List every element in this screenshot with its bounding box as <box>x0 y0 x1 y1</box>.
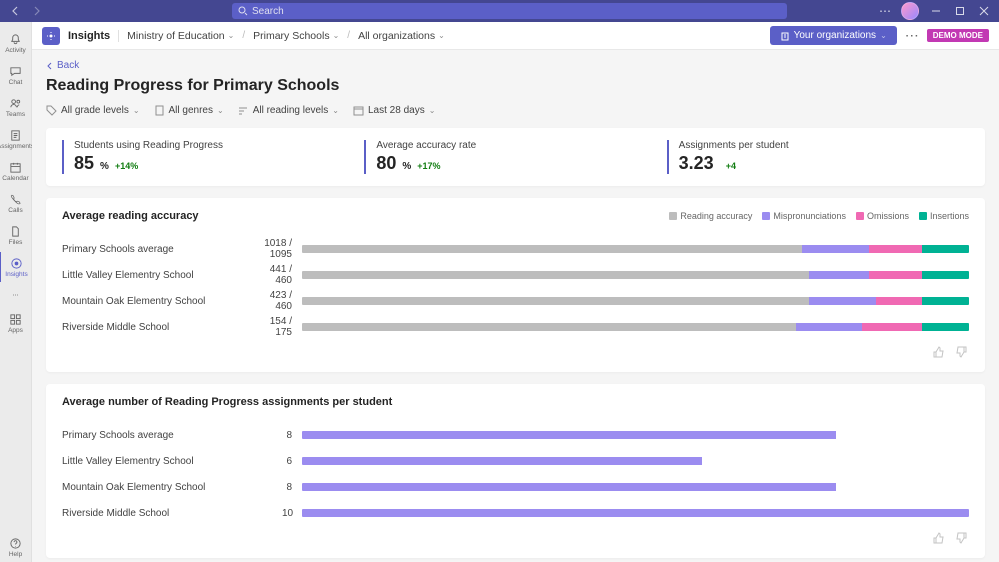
search-input[interactable]: Search <box>232 3 787 19</box>
rail-calls[interactable]: Calls <box>0 188 32 218</box>
back-link[interactable]: Back <box>46 60 985 71</box>
rail-more[interactable]: ⋯ <box>0 284 32 306</box>
crumb-primary[interactable]: Primary Schools⌄ <box>253 30 339 42</box>
search-placeholder: Search <box>252 6 284 17</box>
nav-forward-icon[interactable] <box>28 3 44 19</box>
rail-apps[interactable]: Apps <box>0 308 32 338</box>
assignments-card: Average number of Reading Progress assig… <box>46 384 985 558</box>
rail-calendar[interactable]: Calendar <box>0 156 32 186</box>
header-more-icon[interactable]: ⋯ <box>905 27 919 44</box>
crumb-sep: / <box>347 30 350 41</box>
chart-row: Primary Schools average1018 / 1095 <box>62 236 969 262</box>
chat-icon <box>9 64 23 78</box>
thumbs-up-icon[interactable] <box>933 532 947 546</box>
calendar-icon <box>353 105 364 116</box>
chart-row: Little Valley Elementry School441 / 460 <box>62 262 969 288</box>
chevron-down-icon: ⌄ <box>333 31 340 40</box>
chart-row: Riverside Middle School154 / 175 <box>62 314 969 340</box>
legend-item: Mispronunciations <box>762 211 846 221</box>
titlebar: Search ⋯ <box>0 0 999 22</box>
help-icon <box>9 536 23 550</box>
levels-icon <box>238 105 249 116</box>
crumb-insights[interactable]: Insights <box>68 30 119 42</box>
chart-row: Primary Schools average8 <box>62 422 969 448</box>
chevron-down-icon: ⌄ <box>228 31 235 40</box>
crumb-allorgs[interactable]: All organizations⌄ <box>358 30 445 42</box>
bell-icon <box>9 32 23 46</box>
page-title: Reading Progress for Primary Schools <box>46 77 985 95</box>
teams-icon <box>9 96 23 110</box>
avatar[interactable] <box>901 2 919 20</box>
chart-row: Mountain Oak Elementry School8 <box>62 474 969 500</box>
accuracy-legend: Reading accuracy Mispronunciations Omissio… <box>669 211 969 221</box>
legend-item: Omissions <box>856 211 909 221</box>
stat-assignments: Assignments per student 3.23+4 <box>667 140 969 174</box>
rail-chat[interactable]: Chat <box>0 60 32 90</box>
chevron-down-icon: ⌄ <box>880 31 887 40</box>
chevron-down-icon: ⌄ <box>438 31 445 40</box>
rail-files[interactable]: Files <box>0 220 32 250</box>
filter-bar: All grade levels⌄ All genres⌄ All readin… <box>46 105 985 116</box>
titlebar-more-icon[interactable]: ⋯ <box>879 4 891 18</box>
chevron-down-icon: ⌄ <box>429 106 436 115</box>
filter-grade[interactable]: All grade levels⌄ <box>46 105 140 116</box>
stat-students: Students using Reading Progress 85%+14% <box>62 140 364 174</box>
stat-accuracy: Average accuracy rate 80%+17% <box>364 140 666 174</box>
assignments-icon <box>9 128 23 142</box>
book-icon <box>154 105 165 116</box>
thumbs-down-icon[interactable] <box>955 346 969 360</box>
close-icon[interactable] <box>977 4 991 18</box>
thumbs-up-icon[interactable] <box>933 346 947 360</box>
legend-item: Insertions <box>919 211 969 221</box>
apps-icon <box>9 312 23 326</box>
rail-teams[interactable]: Teams <box>0 92 32 122</box>
chevron-down-icon: ⌄ <box>133 106 140 115</box>
search-icon <box>238 6 248 16</box>
rail-help[interactable]: Help <box>0 532 32 562</box>
app-rail: Activity Chat Teams Assignments Calendar… <box>0 22 32 562</box>
building-icon <box>780 31 790 41</box>
filter-levels[interactable]: All reading levels⌄ <box>238 105 339 116</box>
card-title: Average number of Reading Progress assig… <box>62 396 392 408</box>
rail-insights[interactable]: Insights <box>0 252 31 282</box>
calendar-icon <box>9 160 23 174</box>
tag-icon <box>46 105 57 116</box>
demo-badge: DEMO MODE <box>927 29 989 42</box>
crumb-ministry[interactable]: Ministry of Education⌄ <box>127 30 234 42</box>
stats-card: Students using Reading Progress 85%+14% … <box>46 128 985 186</box>
legend-item: Reading accuracy <box>669 211 752 221</box>
chevron-down-icon: ⌄ <box>217 106 224 115</box>
card-title: Average reading accuracy <box>62 210 199 222</box>
minimize-icon[interactable] <box>929 4 943 18</box>
breadcrumb: Insights Ministry of Education⌄ / Primar… <box>32 22 999 50</box>
chart-row: Mountain Oak Elementry School423 / 460 <box>62 288 969 314</box>
crumb-sep: / <box>242 30 245 41</box>
rail-activity[interactable]: Activity <box>0 28 32 58</box>
chevron-down-icon: ⌄ <box>332 106 339 115</box>
files-icon <box>9 224 23 238</box>
rail-assignments[interactable]: Assignments <box>0 124 32 154</box>
phone-icon <box>9 192 23 206</box>
accuracy-card: Average reading accuracy Reading accurac… <box>46 198 985 372</box>
chevron-left-icon <box>46 62 54 70</box>
insights-icon <box>10 256 24 270</box>
your-organizations-button[interactable]: Your organizations⌄ <box>770 26 897 45</box>
filter-genres[interactable]: All genres⌄ <box>154 105 224 116</box>
more-icon: ⋯ <box>9 288 23 302</box>
chart-row: Little Valley Elementry School6 <box>62 448 969 474</box>
chart-row: Riverside Middle School10 <box>62 500 969 526</box>
thumbs-down-icon[interactable] <box>955 532 969 546</box>
maximize-icon[interactable] <box>953 4 967 18</box>
insights-brand-icon <box>42 27 60 45</box>
filter-range[interactable]: Last 28 days⌄ <box>353 105 435 116</box>
nav-back-icon[interactable] <box>8 3 24 19</box>
